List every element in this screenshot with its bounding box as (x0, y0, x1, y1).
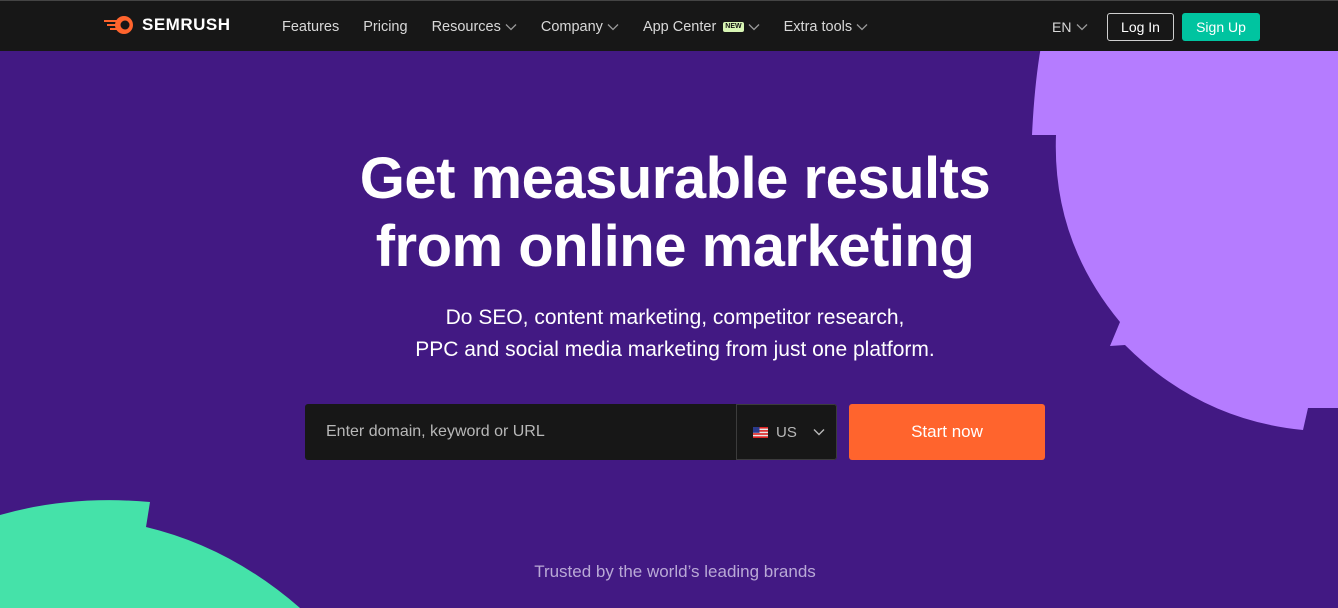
search-bar: US (305, 404, 837, 460)
search-input[interactable] (305, 404, 736, 460)
main-nav: Features Pricing Resources Company App C… (282, 1, 892, 52)
country-selector[interactable]: US (736, 404, 837, 460)
chevron-down-icon (505, 23, 517, 30)
decorative-green-shape (0, 500, 300, 608)
hero-subtitle-line-1: Do SEO, content marketing, competitor re… (445, 306, 905, 329)
chevron-down-icon (607, 23, 619, 30)
nav-resources-label: Resources (431, 18, 501, 35)
hero-title-line-1: Get measurable results (359, 146, 991, 211)
start-now-button[interactable]: Start now (849, 404, 1045, 460)
trusted-by-text: Trusted by the world’s leading brands (534, 562, 816, 581)
semrush-logo[interactable]: SEMRUSH (104, 15, 231, 35)
nav-pricing-label: Pricing (363, 18, 408, 35)
login-button[interactable]: Log In (1107, 13, 1174, 41)
us-flag-icon (753, 426, 768, 438)
hero-subtitle-line-2: PPC and social media marketing from just… (415, 338, 935, 361)
chevron-down-icon (1076, 24, 1088, 31)
nav-features-label: Features (282, 18, 340, 35)
nav-resources[interactable]: Resources (432, 19, 517, 35)
nav-app-center[interactable]: App Center NEW (643, 19, 760, 35)
signup-button[interactable]: Sign Up (1182, 13, 1260, 41)
new-badge: NEW (723, 21, 744, 32)
nav-company[interactable]: Company (541, 19, 619, 35)
nav-app-center-label: App Center (642, 18, 717, 35)
logo-text: SEMRUSH (142, 15, 231, 34)
language-selector[interactable]: EN (1052, 19, 1088, 35)
nav-pricing[interactable]: Pricing (363, 19, 407, 35)
semrush-logo-icon (104, 16, 133, 34)
chevron-down-icon (856, 23, 868, 30)
hero-title-line-2: from online marketing (375, 214, 975, 279)
nav-company-label: Company (540, 18, 603, 35)
language-label: EN (1052, 19, 1072, 35)
nav-extra-tools-label: Extra tools (783, 18, 853, 35)
hero-subtitle: Do SEO, content marketing, competitor re… (0, 302, 1338, 366)
nav-extra-tools[interactable]: Extra tools (784, 19, 869, 35)
nav-features[interactable]: Features (282, 19, 339, 35)
chevron-down-icon (813, 429, 825, 436)
hero-title: Get measurable results from online marke… (0, 145, 1338, 281)
top-navigation-bar: SEMRUSH Features Pricing Resources Compa… (0, 0, 1338, 51)
country-label: US (776, 423, 797, 441)
chevron-down-icon (748, 23, 760, 30)
